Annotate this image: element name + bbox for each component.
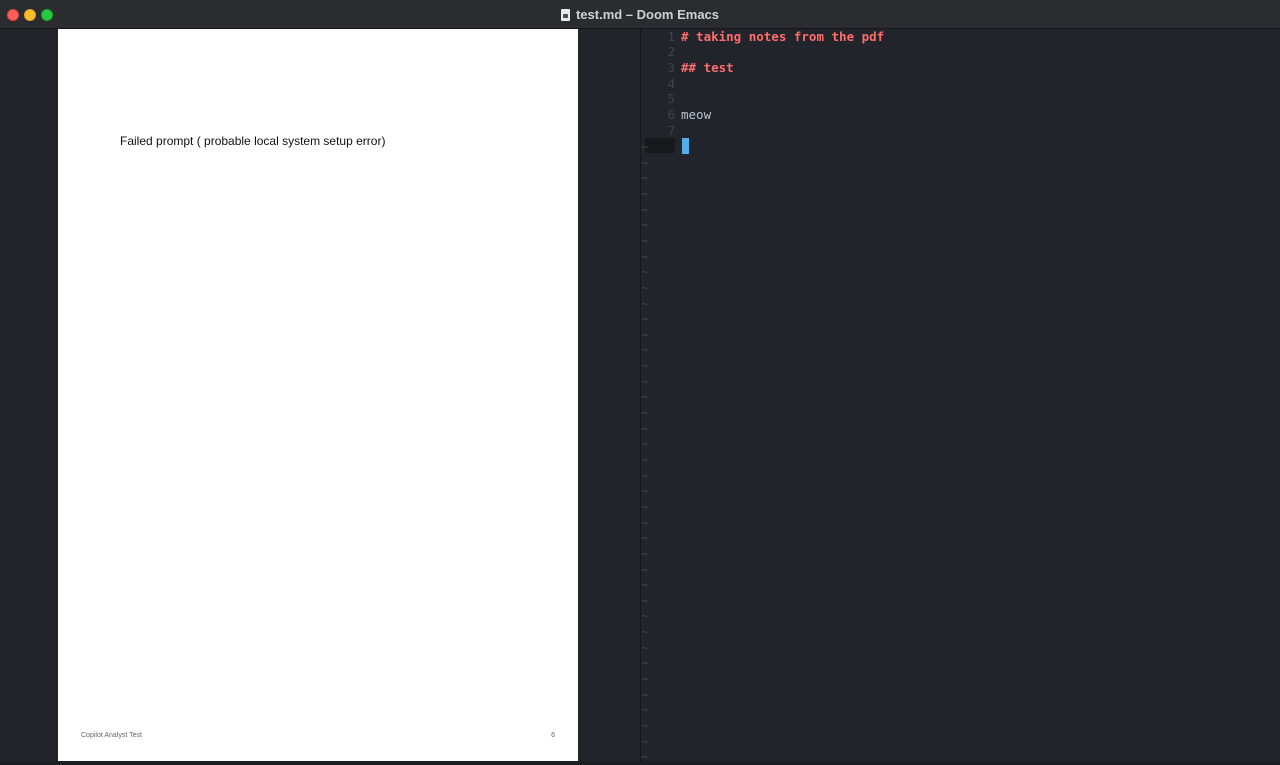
line-text[interactable]: # taking notes from the pdf xyxy=(681,29,884,45)
line-number: 2 xyxy=(667,44,675,59)
line-number: 4 xyxy=(667,76,675,91)
empty-line-tilde: ~ xyxy=(641,641,649,655)
editor-line[interactable]: 2 xyxy=(641,44,1280,60)
editor-line[interactable]: 6 meow xyxy=(641,107,1280,123)
empty-line-tilde: ~ xyxy=(641,406,649,420)
empty-line-tilde: ~ xyxy=(641,297,649,311)
editor-line[interactable]: 4 xyxy=(641,76,1280,92)
line-number: 1 xyxy=(667,29,675,44)
window-title: test.md – Doom Emacs xyxy=(575,7,720,22)
empty-line-tilde: ~ xyxy=(641,484,649,498)
line-text[interactable]: meow xyxy=(681,107,711,123)
empty-line-tilde: ~ xyxy=(641,171,649,185)
empty-line-tilde: ~ xyxy=(641,578,649,592)
empty-line-tilde: ~ xyxy=(641,750,649,764)
editor-line[interactable]: 1 # taking notes from the pdf xyxy=(641,29,1280,45)
empty-line-tilde: ~ xyxy=(641,140,649,154)
empty-line-tilde: ~ xyxy=(641,422,649,436)
empty-line-tilde: ~ xyxy=(641,656,649,670)
pdf-body-text: Failed prompt ( probable local system se… xyxy=(120,134,386,148)
text-cursor xyxy=(682,138,689,154)
empty-line-tilde: ~ xyxy=(641,359,649,373)
pdf-viewer[interactable]: Failed prompt ( probable local system se… xyxy=(0,29,640,761)
empty-line-tilde: ~ xyxy=(641,547,649,561)
empty-line-tilde: ~ xyxy=(641,156,649,170)
pdf-page[interactable]: Failed prompt ( probable local system se… xyxy=(58,29,578,761)
empty-line-tilde: ~ xyxy=(641,594,649,608)
empty-line-tilde: ~ xyxy=(641,719,649,733)
empty-line-tilde: ~ xyxy=(641,265,649,279)
document-icon[interactable] xyxy=(560,8,570,21)
line-number: 7 xyxy=(667,123,675,138)
empty-line-tilde: ~ xyxy=(641,312,649,326)
empty-line-tilde: ~ xyxy=(641,672,649,686)
empty-line-tilde: ~ xyxy=(641,469,649,483)
close-window-button[interactable] xyxy=(7,9,19,21)
empty-line-tilde: ~ xyxy=(641,609,649,623)
line-number: 3 xyxy=(667,60,675,75)
empty-line-tilde: ~ xyxy=(641,375,649,389)
empty-line-tilde: ~ xyxy=(641,343,649,357)
pdf-footer-title: Copilot Analyst Test xyxy=(81,732,142,739)
empty-line-tilde: ~ xyxy=(641,735,649,749)
empty-line-tilde: ~ xyxy=(641,625,649,639)
empty-line-tilde: ~ xyxy=(641,563,649,577)
pdf-page-number: 6 xyxy=(551,732,555,739)
empty-line-tilde: ~ xyxy=(641,187,649,201)
editor-line[interactable]: 7 xyxy=(641,123,1280,139)
empty-line-tilde: ~ xyxy=(641,250,649,264)
empty-line-tilde: ~ xyxy=(641,500,649,514)
empty-line-tilde: ~ xyxy=(641,328,649,342)
title-bar: test.md – Doom Emacs xyxy=(0,0,1280,29)
empty-line-tilde: ~ xyxy=(641,516,649,530)
line-number: 5 xyxy=(667,91,675,106)
empty-line-tilde: ~ xyxy=(641,688,649,702)
editor-pane[interactable]: 1 # taking notes from the pdf 2 3 ## tes… xyxy=(641,29,1280,764)
zoom-window-button[interactable] xyxy=(41,9,53,21)
empty-line-tilde: ~ xyxy=(641,281,649,295)
line-text[interactable]: ## test xyxy=(681,60,734,76)
empty-line-tilde: ~ xyxy=(641,234,649,248)
empty-line-tilde: ~ xyxy=(641,218,649,232)
empty-line-tilde: ~ xyxy=(641,531,649,545)
editor-line[interactable]: 3 ## test xyxy=(641,60,1280,76)
window-title-group: test.md – Doom Emacs xyxy=(0,0,1280,29)
empty-line-tilde: ~ xyxy=(641,703,649,717)
editor-line[interactable]: 5 xyxy=(641,91,1280,107)
line-number: 6 xyxy=(667,107,675,122)
empty-line-tilde: ~ xyxy=(641,203,649,217)
current-line-highlight xyxy=(645,138,675,153)
empty-line-tilde: ~ xyxy=(641,453,649,467)
empty-line-tilde: ~ xyxy=(641,437,649,451)
empty-line-tilde: ~ xyxy=(641,390,649,404)
minimize-window-button[interactable] xyxy=(24,9,36,21)
